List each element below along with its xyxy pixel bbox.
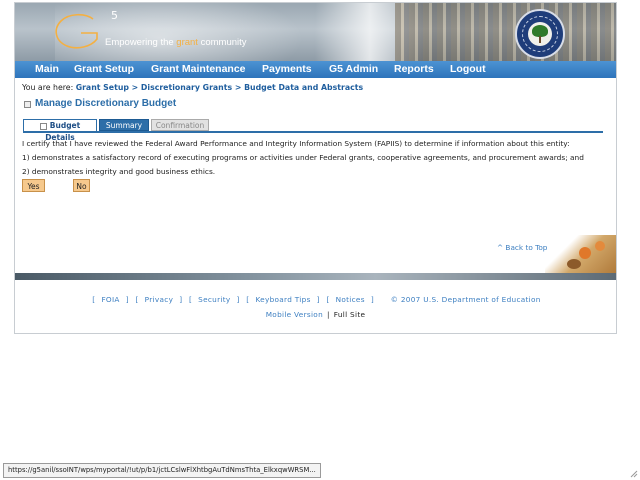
footer-notices-link[interactable]: Notices — [336, 295, 365, 304]
full-site-label: Full Site — [333, 310, 366, 319]
certification-point-1: 1) demonstrates a satisfactory record of… — [22, 153, 584, 162]
footer-keyboard-tips-link[interactable]: Keyboard Tips — [255, 295, 310, 304]
breadcrumb: You are here: Grant Setup > Discretionar… — [22, 83, 363, 92]
bracket: [ — [246, 295, 250, 304]
certification-text: I certify that I have reviewed the Feder… — [22, 139, 570, 148]
bracket: [ — [188, 295, 193, 304]
breadcrumb-prefix: You are here: — [22, 83, 76, 92]
page-title: Manage Discretionary Budget — [35, 98, 177, 109]
tab-confirmation: Confirmation — [151, 119, 209, 131]
tab-bar: Budget Details Summary Confirmation — [23, 119, 605, 142]
resize-grip-icon[interactable] — [628, 468, 638, 478]
page-frame: 5 Empowering the grant community Main Gr… — [14, 2, 617, 334]
bracket: [ — [92, 295, 96, 304]
tagline-highlight: grant — [176, 37, 198, 48]
bracket: [ — [326, 295, 330, 304]
bracket: ] — [316, 295, 320, 304]
tab-summary[interactable]: Summary — [99, 119, 149, 131]
banner-bookshelves — [395, 3, 616, 61]
mobile-version-link[interactable]: Mobile Version — [266, 310, 323, 319]
footer-copyright: © 2007 U.S. Department of Education — [390, 295, 541, 304]
bracket: ] — [179, 295, 183, 304]
tagline-post: community — [197, 37, 247, 48]
no-button[interactable]: No — [73, 179, 90, 192]
footer-privacy-link[interactable]: Privacy — [145, 295, 174, 304]
footer-foia-link[interactable]: FOIA — [101, 295, 119, 304]
nav-g5-admin[interactable]: G5 Admin — [329, 61, 378, 78]
breadcrumb-separator: > — [128, 83, 141, 92]
decor-shape — [567, 259, 581, 269]
tab-underline — [23, 131, 603, 133]
bracket: ] — [370, 295, 374, 304]
nav-grant-maintenance[interactable]: Grant Maintenance — [151, 61, 246, 78]
footer-strip — [15, 273, 616, 280]
bracket: ] — [125, 295, 129, 304]
logo-superscript: 5 — [111, 9, 118, 22]
header-banner: 5 Empowering the grant community — [15, 3, 616, 61]
certification-point-2: 2) demonstrates integrity and good busin… — [22, 167, 216, 176]
main-nav: Main Grant Setup Grant Maintenance Payme… — [15, 61, 616, 78]
tagline: Empowering the grant community — [105, 37, 247, 48]
nav-grant-setup[interactable]: Grant Setup — [74, 61, 134, 78]
breadcrumb-budget-data[interactable]: Budget Data and Abstracts — [244, 83, 363, 92]
nav-reports[interactable]: Reports — [394, 61, 434, 78]
decor-shape — [579, 247, 591, 259]
nav-main[interactable]: Main — [35, 61, 59, 78]
bracket: ] — [236, 295, 240, 304]
seal-trunk — [539, 36, 541, 43]
footer-separator: | — [327, 310, 330, 319]
nav-logout[interactable]: Logout — [450, 61, 486, 78]
department-seal-logo — [515, 9, 565, 59]
corner-decoration-image — [545, 235, 616, 273]
tagline-pre: Empowering the — [105, 37, 177, 48]
decor-shape — [595, 241, 605, 251]
breadcrumb-grant-setup[interactable]: Grant Setup — [76, 83, 129, 92]
tab-budget-details[interactable]: Budget Details — [23, 119, 97, 142]
breadcrumb-discretionary-grants[interactable]: Discretionary Grants — [141, 83, 232, 92]
footer-site-switch: Mobile Version | Full Site — [15, 310, 616, 319]
breadcrumb-separator: > — [232, 83, 245, 92]
title-bullet-icon — [24, 101, 31, 108]
back-to-top-link[interactable]: ^ Back to Top — [497, 243, 547, 252]
tab-bullet-icon — [39, 122, 47, 130]
footer-security-link[interactable]: Security — [198, 295, 230, 304]
footer-links: [ FOIA] [ Privacy] [ Security] [ Keyboard Ti… — [15, 295, 616, 304]
bracket: [ — [135, 295, 139, 304]
status-bar-url: https://g5anil/ssoINT/wps/myportal/!ut/p… — [3, 463, 321, 478]
nav-payments[interactable]: Payments — [262, 61, 312, 78]
yes-button[interactable]: Yes — [22, 179, 45, 192]
